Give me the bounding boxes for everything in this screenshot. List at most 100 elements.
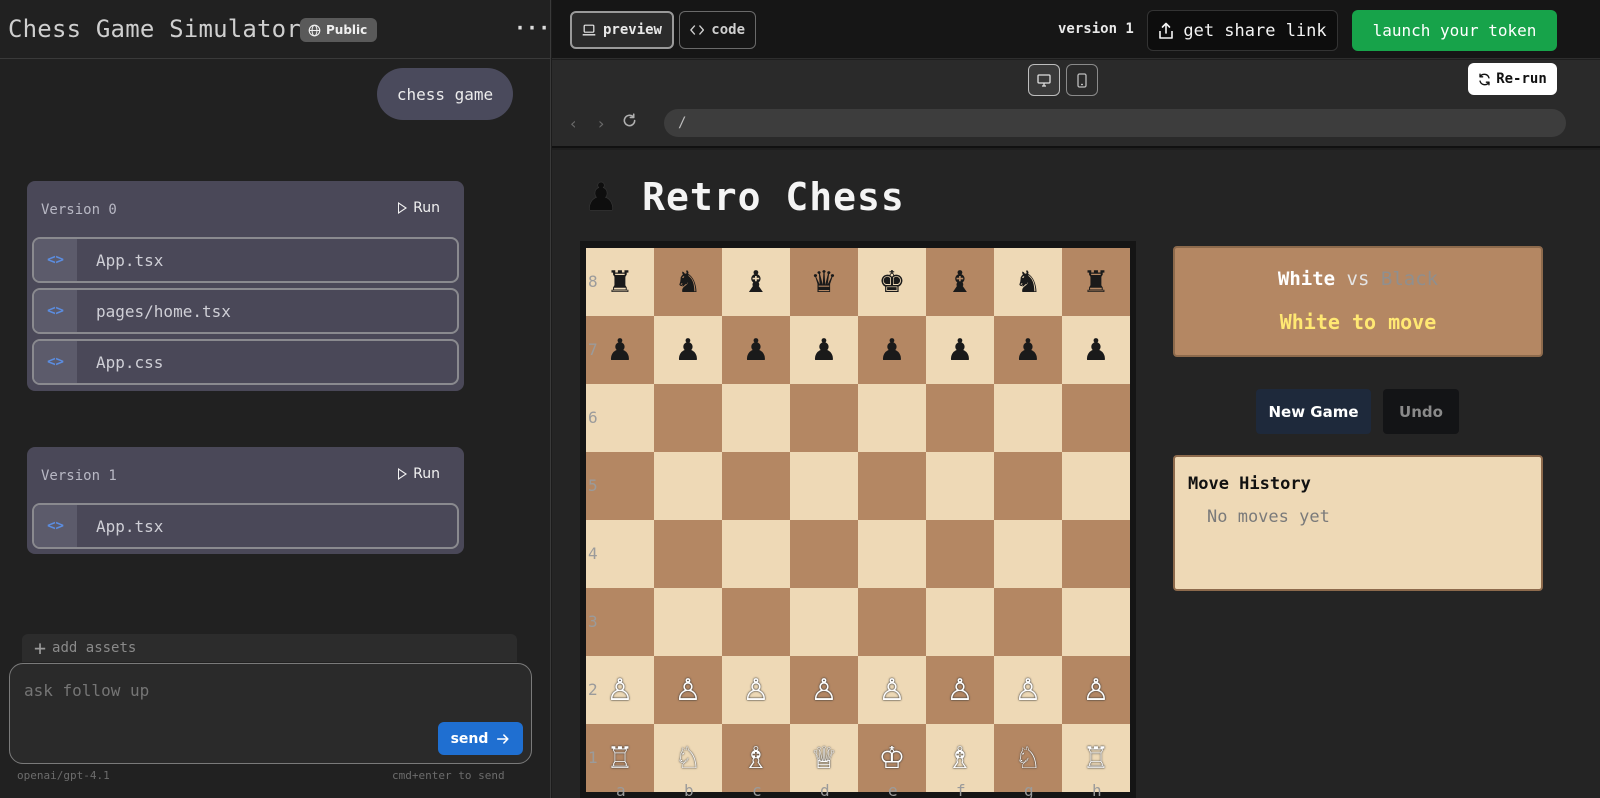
square-e7[interactable]: ♟: [858, 316, 926, 384]
square-b1[interactable]: b ♘: [654, 724, 722, 798]
white-king-icon[interactable]: ♔: [879, 741, 906, 776]
square-a4[interactable]: 4: [586, 520, 654, 588]
square-a1[interactable]: 1 a ♖: [586, 724, 654, 798]
share-link-button[interactable]: get share link: [1147, 10, 1338, 51]
run-button[interactable]: Run: [398, 466, 440, 482]
black-pawn-icon[interactable]: ♟: [743, 333, 770, 368]
square-d3[interactable]: [790, 588, 858, 656]
square-h1[interactable]: h ♖: [1062, 724, 1130, 798]
black-rook-icon[interactable]: ♜: [1083, 265, 1110, 300]
square-f8[interactable]: ♝: [926, 248, 994, 316]
tab-preview[interactable]: preview: [570, 11, 674, 49]
white-knight-icon[interactable]: ♘: [1015, 741, 1042, 776]
white-pawn-icon[interactable]: ♙: [1083, 673, 1110, 708]
square-b3[interactable]: [654, 588, 722, 656]
square-a3[interactable]: 3: [586, 588, 654, 656]
followup-input[interactable]: [24, 681, 424, 700]
square-h4[interactable]: [1062, 520, 1130, 588]
square-h3[interactable]: [1062, 588, 1130, 656]
mobile-view-button[interactable]: [1066, 64, 1098, 96]
square-f5[interactable]: [926, 452, 994, 520]
square-c7[interactable]: ♟: [722, 316, 790, 384]
white-rook-icon[interactable]: ♖: [1083, 741, 1110, 776]
black-king-icon[interactable]: ♚: [879, 265, 906, 300]
visibility-badge[interactable]: Public: [300, 18, 378, 42]
white-pawn-icon[interactable]: ♙: [607, 673, 634, 708]
square-c1[interactable]: c ♗: [722, 724, 790, 798]
send-button[interactable]: send: [438, 722, 523, 755]
file-item[interactable]: <> App.tsx: [32, 503, 459, 549]
file-item[interactable]: <> pages/home.tsx: [32, 288, 459, 334]
square-d4[interactable]: [790, 520, 858, 588]
square-c8[interactable]: ♝: [722, 248, 790, 316]
square-b7[interactable]: ♟: [654, 316, 722, 384]
square-f3[interactable]: [926, 588, 994, 656]
square-c2[interactable]: ♙: [722, 656, 790, 724]
undo-button[interactable]: Undo: [1383, 389, 1459, 434]
square-f1[interactable]: f ♗: [926, 724, 994, 798]
square-a5[interactable]: 5: [586, 452, 654, 520]
square-e1[interactable]: e ♔: [858, 724, 926, 798]
black-knight-icon[interactable]: ♞: [1015, 265, 1042, 300]
white-pawn-icon[interactable]: ♙: [675, 673, 702, 708]
square-d8[interactable]: ♛: [790, 248, 858, 316]
forward-icon[interactable]: ›: [598, 114, 604, 133]
black-bishop-icon[interactable]: ♝: [743, 265, 770, 300]
run-button[interactable]: Run: [398, 200, 440, 216]
square-h2[interactable]: ♙: [1062, 656, 1130, 724]
tab-code[interactable]: code: [679, 11, 756, 49]
square-a8[interactable]: 8 ♜: [586, 248, 654, 316]
square-h7[interactable]: ♟: [1062, 316, 1130, 384]
square-b8[interactable]: ♞: [654, 248, 722, 316]
square-c4[interactable]: [722, 520, 790, 588]
square-d6[interactable]: [790, 384, 858, 452]
square-a7[interactable]: 7 ♟: [586, 316, 654, 384]
file-item[interactable]: <> App.tsx: [32, 237, 459, 283]
square-d1[interactable]: d ♕: [790, 724, 858, 798]
black-queen-icon[interactable]: ♛: [811, 265, 838, 300]
square-b5[interactable]: [654, 452, 722, 520]
square-b2[interactable]: ♙: [654, 656, 722, 724]
square-f4[interactable]: [926, 520, 994, 588]
square-c3[interactable]: [722, 588, 790, 656]
square-g5[interactable]: [994, 452, 1062, 520]
white-queen-icon[interactable]: ♕: [811, 741, 838, 776]
square-c6[interactable]: [722, 384, 790, 452]
white-bishop-icon[interactable]: ♗: [743, 741, 770, 776]
square-b6[interactable]: [654, 384, 722, 452]
square-e6[interactable]: [858, 384, 926, 452]
white-pawn-icon[interactable]: ♙: [811, 673, 838, 708]
white-pawn-icon[interactable]: ♙: [879, 673, 906, 708]
black-knight-icon[interactable]: ♞: [675, 265, 702, 300]
back-icon[interactable]: ‹: [570, 114, 576, 133]
square-h6[interactable]: [1062, 384, 1130, 452]
new-game-button[interactable]: New Game: [1256, 389, 1371, 434]
black-pawn-icon[interactable]: ♟: [1083, 333, 1110, 368]
black-bishop-icon[interactable]: ♝: [947, 265, 974, 300]
square-e2[interactable]: ♙: [858, 656, 926, 724]
square-g3[interactable]: [994, 588, 1062, 656]
square-f2[interactable]: ♙: [926, 656, 994, 724]
reload-icon[interactable]: [622, 113, 637, 132]
black-pawn-icon[interactable]: ♟: [1015, 333, 1042, 368]
square-g7[interactable]: ♟: [994, 316, 1062, 384]
white-pawn-icon[interactable]: ♙: [743, 673, 770, 708]
white-knight-icon[interactable]: ♘: [675, 741, 702, 776]
add-assets-button[interactable]: + add assets: [22, 634, 517, 662]
black-pawn-icon[interactable]: ♟: [879, 333, 906, 368]
rerun-button[interactable]: Re-run: [1468, 63, 1557, 95]
black-pawn-icon[interactable]: ♟: [607, 333, 634, 368]
more-options-icon[interactable]: ···: [514, 17, 550, 43]
square-g1[interactable]: g ♘: [994, 724, 1062, 798]
square-g2[interactable]: ♙: [994, 656, 1062, 724]
square-d5[interactable]: [790, 452, 858, 520]
square-h8[interactable]: ♜: [1062, 248, 1130, 316]
square-e5[interactable]: [858, 452, 926, 520]
square-e3[interactable]: [858, 588, 926, 656]
black-pawn-icon[interactable]: ♟: [675, 333, 702, 368]
square-g6[interactable]: [994, 384, 1062, 452]
square-h5[interactable]: [1062, 452, 1130, 520]
desktop-view-button[interactable]: [1028, 64, 1060, 96]
square-f6[interactable]: [926, 384, 994, 452]
white-pawn-icon[interactable]: ♙: [1015, 673, 1042, 708]
